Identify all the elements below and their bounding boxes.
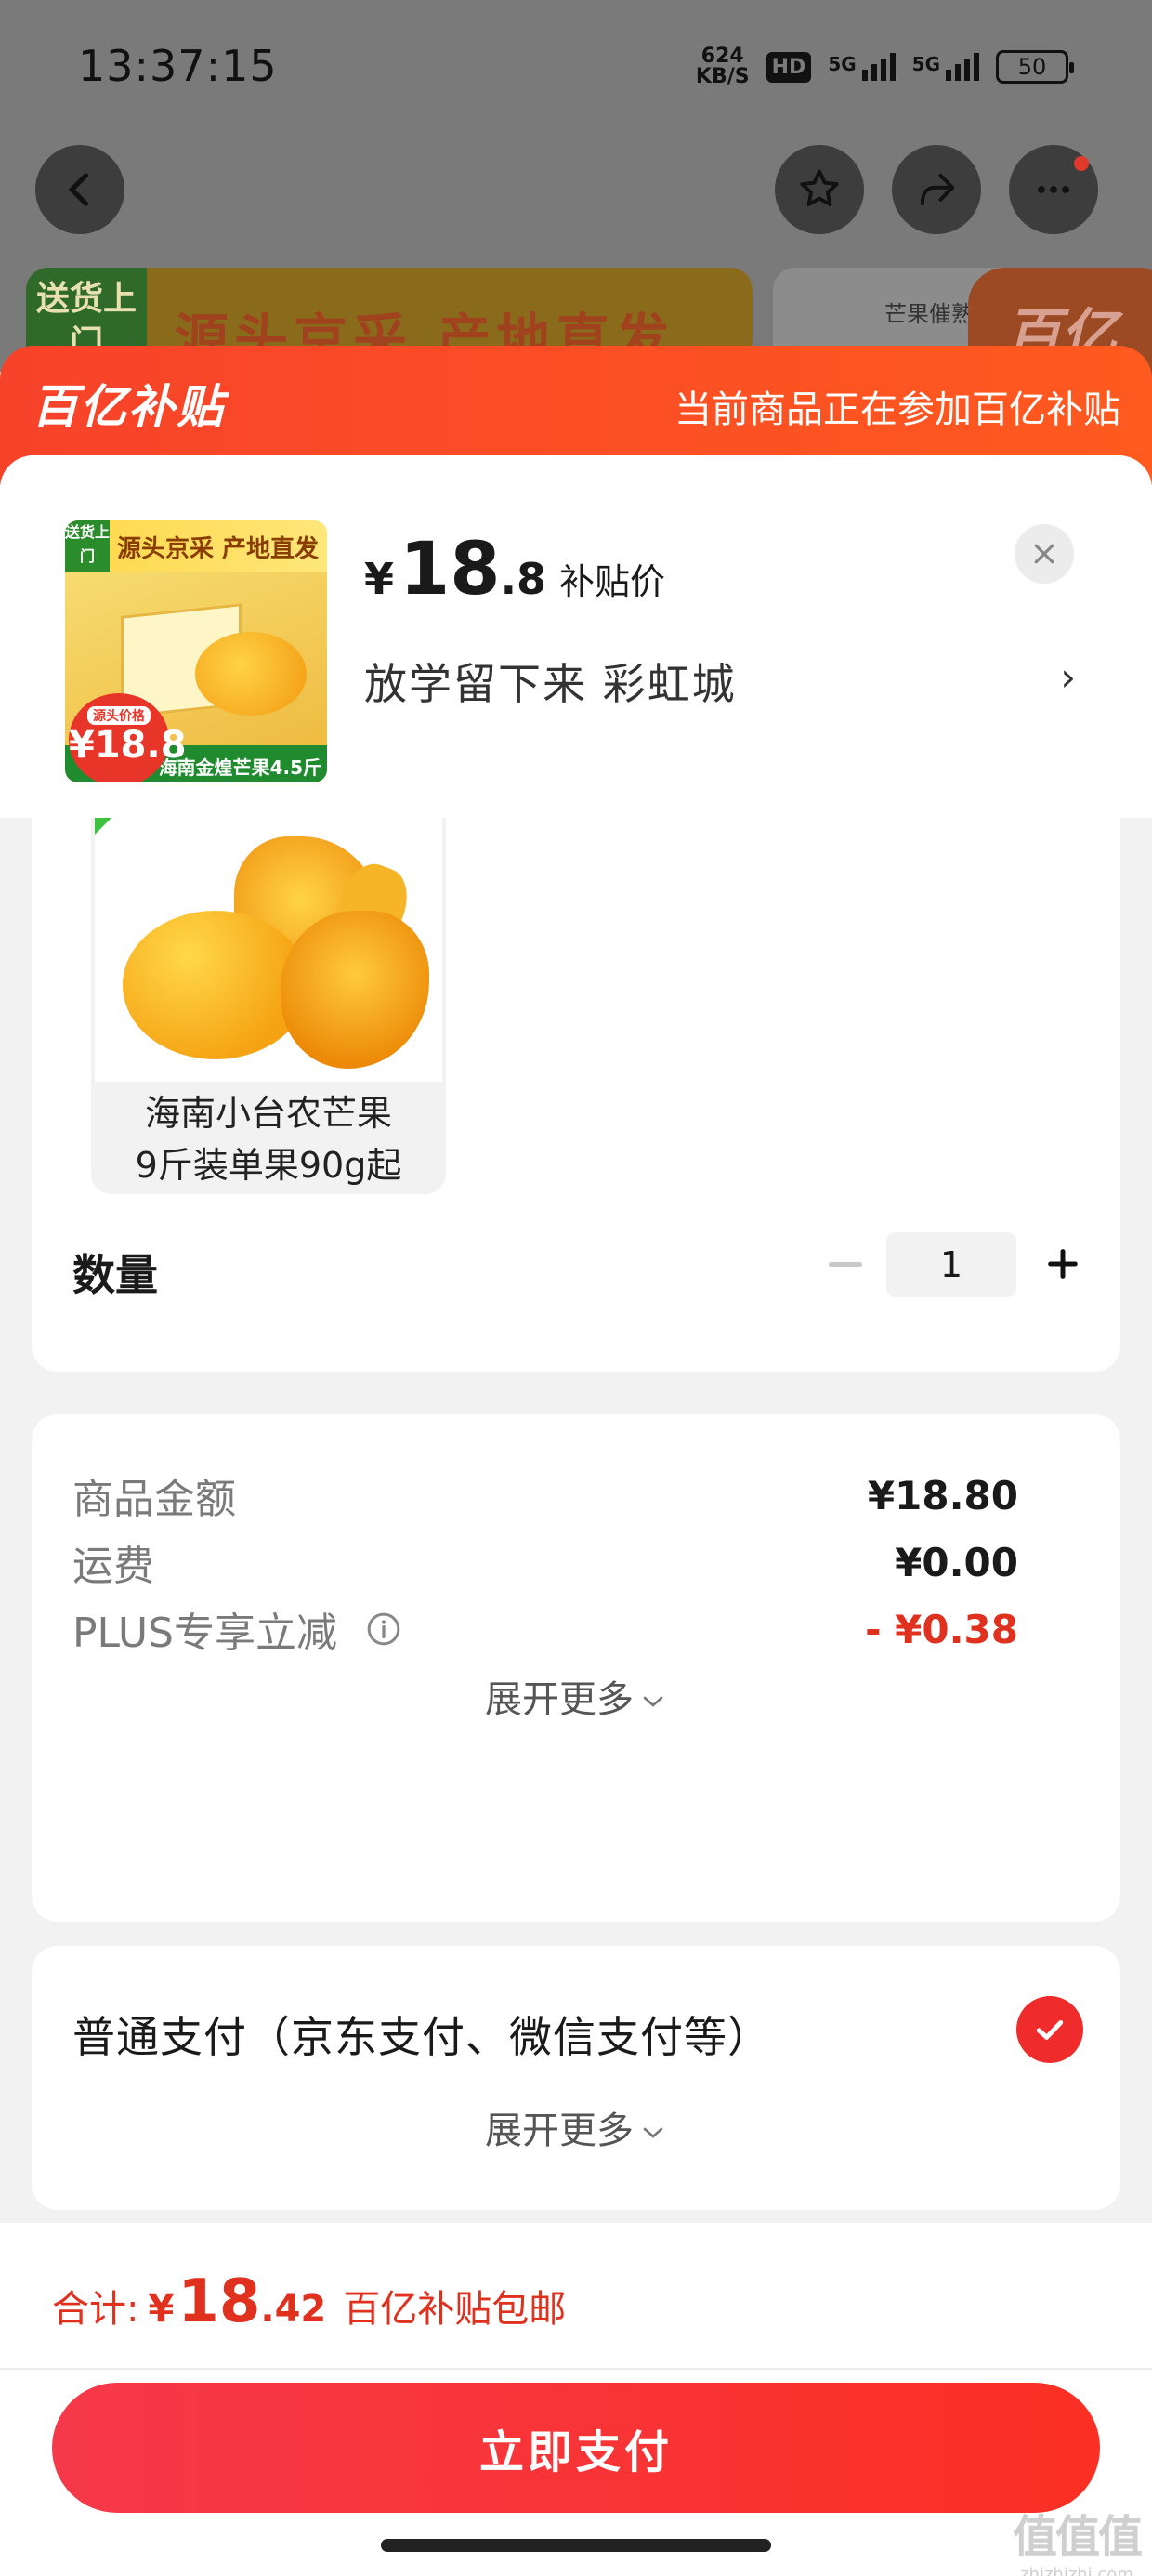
plus-discount-label-wrap: PLUS专享立减 [72,1599,402,1659]
subsidy-note: 当前商品正在参加百亿补贴 [674,388,1120,431]
signal-label-2: 5G [911,53,940,75]
network-speed-value: 624 [700,45,744,68]
network-speed: 624 KB/S [696,46,750,87]
thumb-price-label: 源头价格 [87,706,151,725]
subsidy-logo: 百亿补贴 [32,380,225,434]
total-note: 百亿补贴包邮 [343,2288,567,2331]
plus-icon [1048,1249,1078,1279]
goods-amount-row: 商品金额 ¥18.80 [72,1463,1061,1528]
watermark-text: 值值值 [1012,2511,1143,2563]
selected-corner-icon [95,818,111,835]
goods-amount-label: 商品金额 [72,1476,236,1523]
total-integer: 18 [177,2267,261,2336]
thumb-tag: 送货上门 [65,520,110,572]
payment-selected-check[interactable] [1016,1996,1083,2063]
footer-divider [0,2368,1152,2370]
status-bar: 13:37:15 624 KB/S HD 5G 5G 50 [0,0,1152,139]
watermark-logo: 值值值 zhizhizhi.com [1012,2500,1143,2576]
thumb-price-value: ¥18.8 [69,724,187,767]
watermark-url: zhizhizhi.com [1020,2565,1133,2576]
goods-amount-value: ¥18.80 [867,1472,1018,1518]
total-currency: ¥ [148,2288,175,2331]
shipping-row: 运费 ¥0.00 [72,1530,1061,1595]
signal-label: 5G [828,53,857,75]
shipping-label: 运费 [72,1543,154,1590]
info-icon[interactable] [365,1610,402,1648]
thumb-price-badge: 源头价格 ¥18.8 [69,693,187,782]
variant-name-line2: 9斤装单果90g起 [135,1145,402,1186]
signal-icon: 5G [828,53,896,81]
quantity-decrease-button[interactable] [818,1236,873,1292]
spec-card: 海南小台农芒果 9斤装单果90g起 数量 [32,818,1120,1372]
order-total: 合计: ¥ 18 .42 百亿补贴包邮 [52,2267,566,2336]
chevron-down-icon [643,1696,663,1707]
battery-icon: 50 [996,50,1074,84]
checkout-footer: 合计: ¥ 18 .42 百亿补贴包邮 立即支付 值值值 zhizhizhi.c… [0,2223,1152,2576]
variant-option[interactable]: 海南小台农芒果 9斤装单果90g起 [91,818,446,1194]
chevron-down-icon [643,2127,663,2138]
selected-spec[interactable]: 放学留下来 彩虹城 [364,651,737,712]
check-icon [1036,2020,1064,2040]
banner-small-text: 芒果催熟 [884,301,974,327]
subsidy-price: ¥ 18 .8 补贴价 [364,528,665,611]
payment-card: 普通支付（京东支付、微信支付等） 展开更多 [32,1946,1120,2210]
payment-expand-more[interactable]: 展开更多 [32,2100,1120,2154]
quantity-input[interactable] [886,1232,1016,1297]
price-integer: 18 [399,528,501,611]
star-icon [800,169,839,206]
variant-image [95,818,442,1082]
close-icon [1034,544,1054,564]
plus-discount-row: PLUS专享立减 - ¥0.38 [72,1597,1061,1662]
total-decimal: .42 [260,2288,327,2331]
variant-name-line1: 海南小台农芒果 [144,1093,392,1134]
thumb-mango [195,632,307,716]
shipping-value: ¥0.00 [895,1539,1018,1585]
fee-expand-label: 展开更多 [485,1678,634,1721]
chevron-left-icon [68,173,89,206]
quantity-label: 数量 [72,1250,158,1300]
hd-badge: HD [766,51,812,83]
chevron-right-icon[interactable]: › [1060,654,1076,700]
back-button[interactable] [35,145,124,234]
more-button[interactable] [1009,145,1098,234]
total-label: 合计: [52,2288,139,2331]
share-button[interactable] [892,145,981,234]
fee-expand-more[interactable]: 展开更多 [32,1669,1120,1723]
close-button[interactable] [1015,524,1074,584]
network-speed-unit: KB/S [695,65,750,88]
thumb-title: 源头京采 产地直发 [117,535,320,563]
price-currency: ¥ [364,554,395,604]
product-header: 送货上门 源头京采 产地直发 海南金煌芒果4.5斤 源头价格 ¥18.8 ¥ 1… [0,455,1152,818]
fee-card: 商品金额 ¥18.80 运费 ¥0.00 PLUS专享立减 - ¥0.38 展开… [32,1414,1120,1922]
status-time: 13:37:15 [78,41,278,91]
minus-icon [829,1261,862,1267]
plus-discount-label: PLUS专享立减 [72,1610,337,1657]
home-indicator[interactable] [381,2539,771,2552]
price-label: 补贴价 [559,561,666,602]
plus-discount-value: - ¥0.38 [865,1606,1018,1652]
favorite-button[interactable] [775,145,864,234]
share-icon [920,173,955,206]
payment-method-label[interactable]: 普通支付（京东支付、微信支付等） [72,2004,771,2065]
quantity-increase-button[interactable] [1035,1236,1091,1292]
product-thumbnail: 送货上门 源头京采 产地直发 海南金煌芒果4.5斤 源头价格 ¥18.8 [65,520,327,782]
payment-expand-label: 展开更多 [485,2109,634,2152]
signal-icon-2: 5G [912,53,979,81]
variant-name: 海南小台农芒果 9斤装单果90g起 [91,1087,446,1191]
notification-dot [1074,156,1089,171]
background-page: 13:37:15 624 KB/S HD 5G 5G 50 送货上门 源头京采 … [0,0,1152,379]
price-decimal: .8 [500,554,547,604]
pay-now-button[interactable]: 立即支付 [52,2383,1100,2513]
status-indicators: 624 KB/S HD 5G 5G 50 [696,46,1074,87]
more-icon [1038,186,1069,193]
